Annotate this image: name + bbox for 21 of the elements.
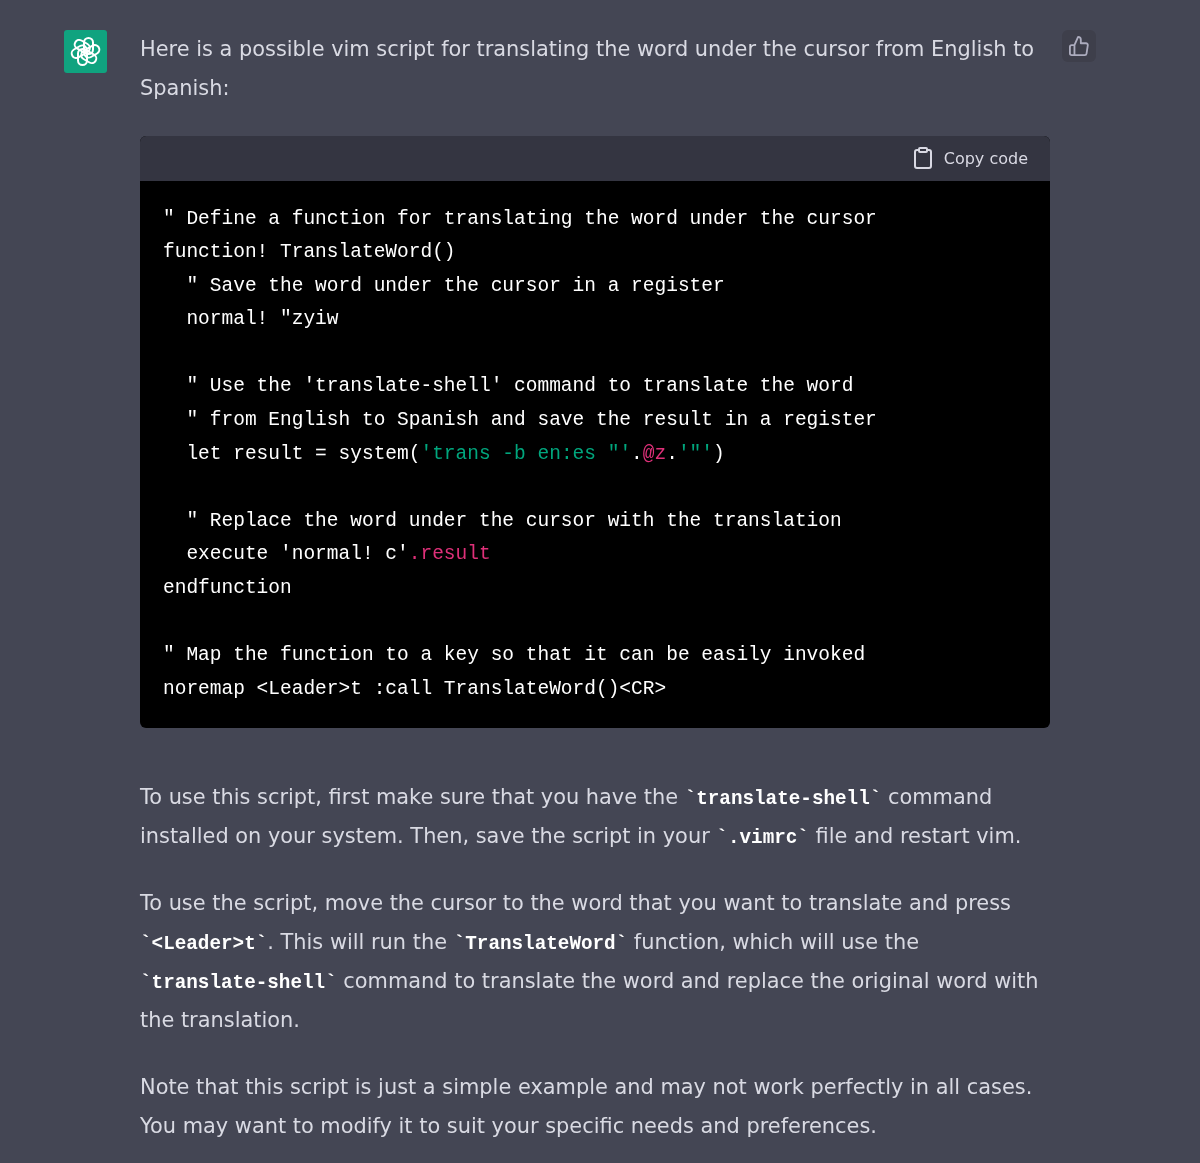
code-line: " Use the 'translate-shell' command to translate the word [185, 374, 854, 400]
code-line: noremap <Leader>t :call TranslateWord()<CR> [163, 676, 667, 702]
code-line: normal! "zyiw [185, 307, 339, 333]
code-line: " Map the function to a key so that it can be easily invoked [163, 643, 866, 669]
code-line: function! TranslateWord() [163, 240, 456, 266]
message-text: Note that this script is just a simple example and may not work perfectly in all cases. You may want to modify it to suit your specific needs and preferences. [140, 1074, 1034, 1141]
message-text: To use this script, first make sure that you have the `translate-shell` command installed on your system. Then, save the script in your `.vimrc` file and restart vim. [140, 784, 1023, 852]
code-line: " Save the word under the cursor in a register [185, 273, 725, 299]
code-line: execute 'normal! c'.result [185, 542, 491, 568]
code-line: " from English to Spanish and save the result in a register [185, 408, 877, 434]
clipboard-icon [913, 147, 932, 169]
code-line: endfunction [163, 576, 292, 602]
message-text: To use the script, move the cursor to the word that you want to translate and press `<Leader>t`. This will run the `TranslateWord` function, which will use the `translate-shell` command to translate the word and replace the original word with the translation. [140, 890, 1040, 1035]
message-text: Here is a possible vim script for translating the word under the cursor from English to Spanish: [140, 35, 1036, 102]
knot-logo-icon [64, 30, 107, 73]
code-line: " Define a function for translating the word under the cursor [163, 206, 877, 232]
code-line: " Replace the word under the cursor with the translation [185, 508, 842, 534]
copy-code-button[interactable]: Copy code [913, 147, 1028, 169]
thumbs-up-icon [1069, 36, 1089, 56]
thumbs-up-button[interactable] [1062, 30, 1096, 62]
code-line: let result = system('trans -b en:es "'.@z.'"') [185, 441, 725, 467]
